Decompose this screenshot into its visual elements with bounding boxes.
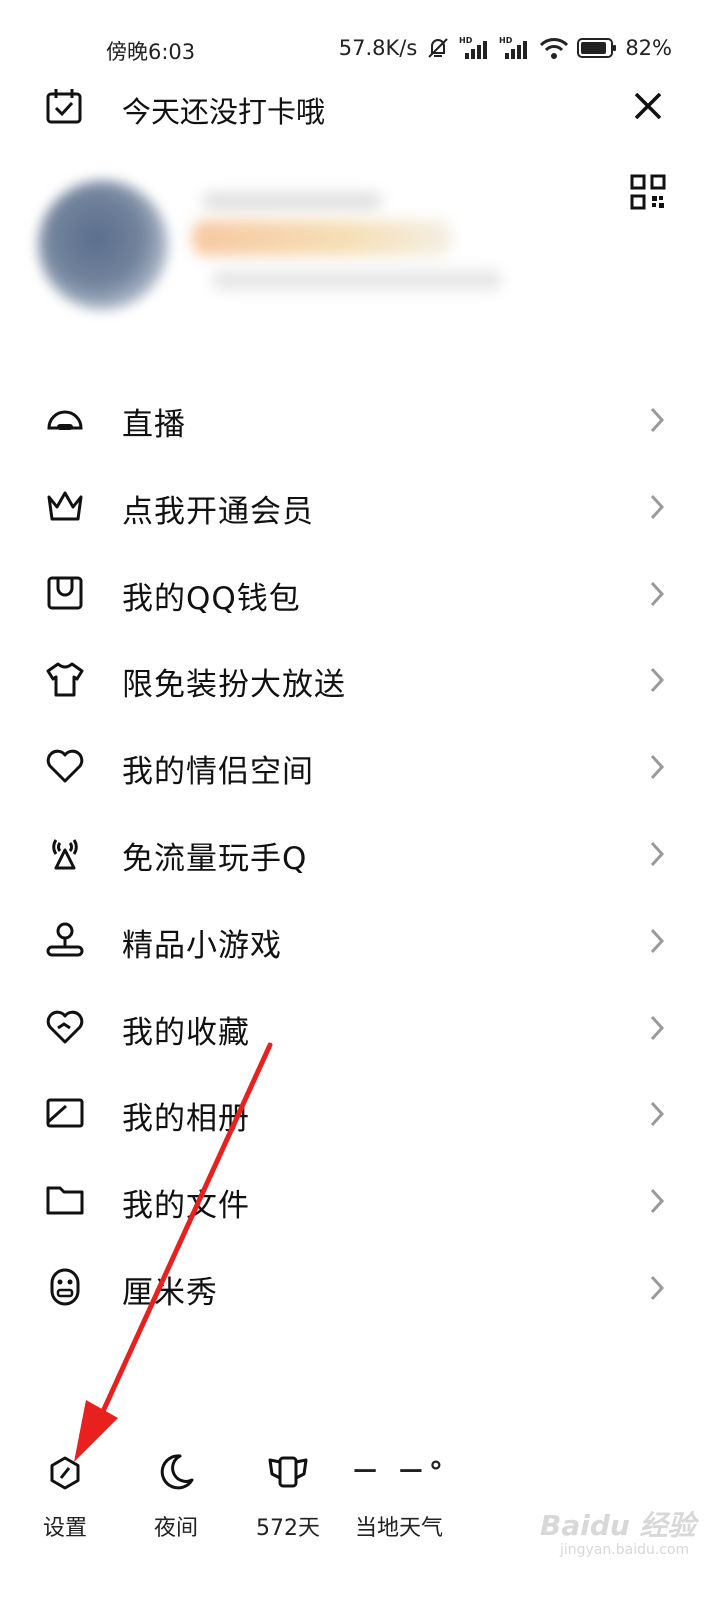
trophy-icon [268, 1456, 308, 1488]
menu-label: 我的QQ钱包 [122, 580, 301, 617]
game-pin-icon [44, 919, 86, 961]
qr-code-icon [630, 174, 666, 210]
menu-label: 限免装扮大放送 [122, 667, 346, 704]
blurred-badge [192, 220, 452, 256]
settings-label: 设置 [42, 1516, 87, 1541]
settings-button[interactable]: 设置 [10, 1448, 120, 1558]
chevron-right-icon [648, 405, 666, 435]
chevron-right-icon [648, 665, 666, 695]
status-indicators: 57.8K/s HD HD 82% [339, 34, 672, 62]
chevron-right-icon [648, 579, 666, 609]
night-label: 夜间 [153, 1516, 198, 1541]
qr-code-button[interactable] [630, 174, 666, 210]
crown-icon [44, 485, 86, 527]
svg-text:HD: HD [499, 36, 513, 45]
favorite-icon [44, 1006, 86, 1048]
signal-hd-icon: HD [459, 35, 491, 61]
blurred-signature [212, 270, 502, 290]
chevron-right-icon [648, 1273, 666, 1303]
weather-value: － －° [351, 1455, 447, 1488]
wifi-icon [539, 36, 569, 60]
menu-label: 我的情侣空间 [122, 754, 314, 791]
chevron-right-icon [648, 1013, 666, 1043]
menu-item-album[interactable]: 我的相册 [0, 1068, 720, 1155]
status-time: 傍晚6:03 [106, 40, 196, 64]
album-icon [44, 1092, 86, 1134]
menu-item-vip[interactable]: 点我开通会员 [0, 461, 720, 548]
chevron-right-icon [648, 1099, 666, 1129]
menu-item-mini-games[interactable]: 精品小游戏 [0, 895, 720, 982]
close-icon [634, 92, 662, 120]
checkin-row[interactable]: 今天还没打卡哦 [0, 76, 720, 136]
menu-label: 免流量玩手Q [122, 840, 308, 877]
svg-text:HD: HD [459, 36, 473, 45]
profile-card[interactable] [12, 140, 522, 340]
menu-label: 厘米秀 [122, 1274, 218, 1311]
menu-label: 我的文件 [122, 1188, 250, 1225]
antenna-icon [44, 832, 86, 874]
chevron-right-icon [648, 926, 666, 956]
cmshow-icon [44, 1266, 86, 1308]
menu-item-couple-space[interactable]: 我的情侣空间 [0, 721, 720, 808]
signal-hd-icon: HD [499, 35, 531, 61]
watermark-url: jingyan.baidu.com [560, 1542, 690, 1558]
heart-icon [44, 745, 86, 787]
mute-bell-icon [425, 35, 451, 61]
calendar-check-icon [44, 86, 84, 126]
menu-item-favorites[interactable]: 我的收藏 [0, 982, 720, 1069]
tshirt-icon [44, 658, 86, 700]
battery-icon [577, 37, 617, 59]
blurred-nickname [202, 192, 382, 210]
menu-label: 精品小游戏 [122, 927, 282, 964]
chevron-right-icon [648, 492, 666, 522]
battery-level: 82% [625, 36, 672, 60]
wallet-icon [44, 572, 86, 614]
menu-item-costume[interactable]: 限免装扮大放送 [0, 634, 720, 721]
menu-label: 我的相册 [122, 1101, 250, 1138]
days-label: 572天 [256, 1516, 320, 1541]
menu-item-live[interactable]: 直播 [0, 374, 720, 461]
settings-hexagon-icon [50, 1456, 80, 1490]
days-badge-button[interactable]: 572天 [233, 1448, 343, 1558]
network-speed: 57.8K/s [338, 36, 418, 60]
watermark-logo: Baidu 经验 [540, 1509, 696, 1542]
menu-item-free-data[interactable]: 免流量玩手Q [0, 808, 720, 895]
close-button[interactable] [628, 86, 668, 126]
checkin-text: 今天还没打卡哦 [122, 95, 326, 129]
live-icon [44, 398, 86, 440]
menu-item-cmshow[interactable]: 厘米秀 [0, 1242, 720, 1329]
moon-icon [160, 1454, 194, 1490]
chevron-right-icon [648, 752, 666, 782]
menu-list: 直播 点我开通会员 我的QQ钱包 限免装扮大放送 我的情侣空间 免流量玩手Q 精… [0, 374, 720, 1329]
avatar[interactable] [38, 180, 168, 310]
weather-label: 当地天气 [354, 1516, 443, 1541]
chevron-right-icon [648, 839, 666, 869]
night-mode-button[interactable]: 夜间 [121, 1448, 231, 1558]
chevron-right-icon [648, 1186, 666, 1216]
folder-icon [44, 1179, 86, 1221]
menu-item-files[interactable]: 我的文件 [0, 1155, 720, 1242]
menu-label: 直播 [122, 407, 186, 443]
menu-label: 我的收藏 [122, 1014, 250, 1051]
menu-label: 点我开通会员 [122, 493, 314, 530]
menu-item-wallet[interactable]: 我的QQ钱包 [0, 548, 720, 635]
weather-button[interactable]: － －° 当地天气 [344, 1448, 454, 1558]
